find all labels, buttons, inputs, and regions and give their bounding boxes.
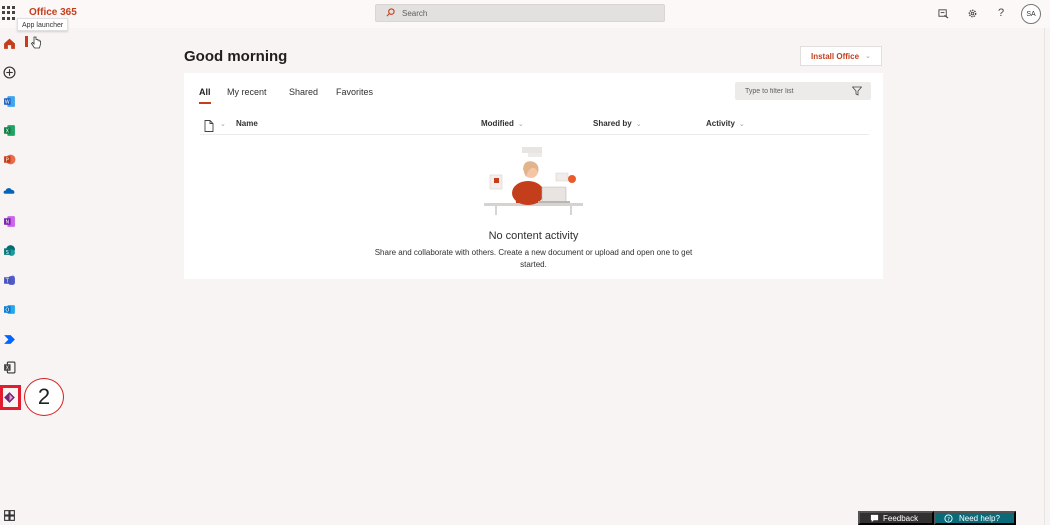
- onedrive-icon[interactable]: [1, 182, 18, 199]
- rail-active-marker: [25, 36, 28, 47]
- search-box[interactable]: [375, 4, 665, 22]
- excel-icon[interactable]: X: [1, 122, 18, 139]
- chevron-down-icon: ⌄: [738, 120, 745, 128]
- search-input[interactable]: [402, 7, 652, 19]
- help-circle-icon: ?: [944, 513, 953, 522]
- empty-state-title: No content activity: [488, 230, 579, 242]
- header-divider: [200, 134, 869, 135]
- documents-card: All My recent Shared Favorites ⌄ Name Mo…: [184, 73, 883, 279]
- tutorial-step-badge: 2: [24, 378, 64, 416]
- filter-icon[interactable]: [852, 86, 862, 96]
- chevron-down-icon: ⌄: [517, 120, 524, 128]
- search-icon: [386, 8, 395, 17]
- page-title: Good morning: [184, 48, 288, 65]
- install-office-label: Install Office: [811, 51, 860, 61]
- scrollbar-track[interactable]: [1044, 28, 1045, 525]
- outlook-icon[interactable]: O: [1, 301, 18, 318]
- column-header-activity[interactable]: Activity ⌄: [706, 119, 745, 128]
- my-day-icon[interactable]: [936, 6, 950, 20]
- chevron-down-icon: ⌄: [865, 53, 871, 60]
- home-icon[interactable]: [1, 35, 18, 52]
- svg-text:P: P: [6, 158, 9, 164]
- powerpoint-icon[interactable]: P: [1, 151, 18, 168]
- brand-title[interactable]: Office 365: [29, 7, 77, 18]
- tutorial-highlight-box: [0, 385, 21, 410]
- chevron-down-icon[interactable]: ⌄: [220, 120, 226, 128]
- app-launcher-tooltip: App launcher: [17, 18, 69, 31]
- svg-text:?: ?: [947, 516, 950, 522]
- tab-my-recent[interactable]: My recent: [227, 87, 267, 101]
- svg-text:W: W: [5, 100, 10, 106]
- svg-text:S: S: [6, 250, 9, 256]
- svg-text:T: T: [5, 279, 9, 285]
- empty-state-description: Share and collaborate with others. Creat…: [374, 248, 693, 269]
- left-rail: W X P N S T O X: [0, 28, 19, 525]
- create-icon[interactable]: [1, 64, 18, 81]
- tab-all[interactable]: All: [199, 87, 211, 104]
- onenote-icon[interactable]: N: [1, 213, 18, 230]
- feedback-button[interactable]: Feedback: [858, 511, 934, 525]
- filter-box[interactable]: [735, 82, 871, 100]
- office-apps-icon[interactable]: X: [1, 359, 18, 376]
- gear-icon[interactable]: [965, 6, 979, 20]
- column-header-shared-by[interactable]: Shared by ⌄: [593, 119, 642, 128]
- tab-favorites[interactable]: Favorites: [336, 87, 373, 101]
- all-apps-icon[interactable]: [1, 507, 18, 524]
- teams-icon[interactable]: T: [1, 272, 18, 289]
- power-automate-icon[interactable]: [1, 331, 18, 348]
- sharepoint-icon[interactable]: S: [1, 242, 18, 259]
- column-header-modified[interactable]: Modified ⌄: [481, 119, 524, 128]
- filter-input[interactable]: [745, 85, 845, 97]
- column-header-name[interactable]: Name: [236, 119, 258, 128]
- feedback-label: Feedback: [883, 513, 919, 523]
- tab-shared[interactable]: Shared: [289, 87, 318, 101]
- need-help-button[interactable]: ? Need help?: [934, 511, 1016, 525]
- feedback-icon: [870, 514, 879, 522]
- hand-cursor-icon: [30, 36, 41, 49]
- help-icon[interactable]: ?: [994, 6, 1008, 20]
- file-type-icon: [204, 120, 214, 132]
- avatar[interactable]: SA: [1021, 4, 1041, 24]
- svg-text:O: O: [5, 308, 9, 314]
- chevron-down-icon: ⌄: [635, 120, 642, 128]
- empty-state-illustration: [484, 147, 583, 215]
- svg-text:N: N: [6, 220, 10, 226]
- install-office-button[interactable]: Install Office ⌄: [800, 46, 882, 66]
- app-launcher-icon[interactable]: [2, 6, 16, 20]
- need-help-label: Need help?: [959, 513, 1000, 523]
- top-bar: Office 365 ? SA: [0, 0, 1050, 28]
- word-icon[interactable]: W: [1, 93, 18, 110]
